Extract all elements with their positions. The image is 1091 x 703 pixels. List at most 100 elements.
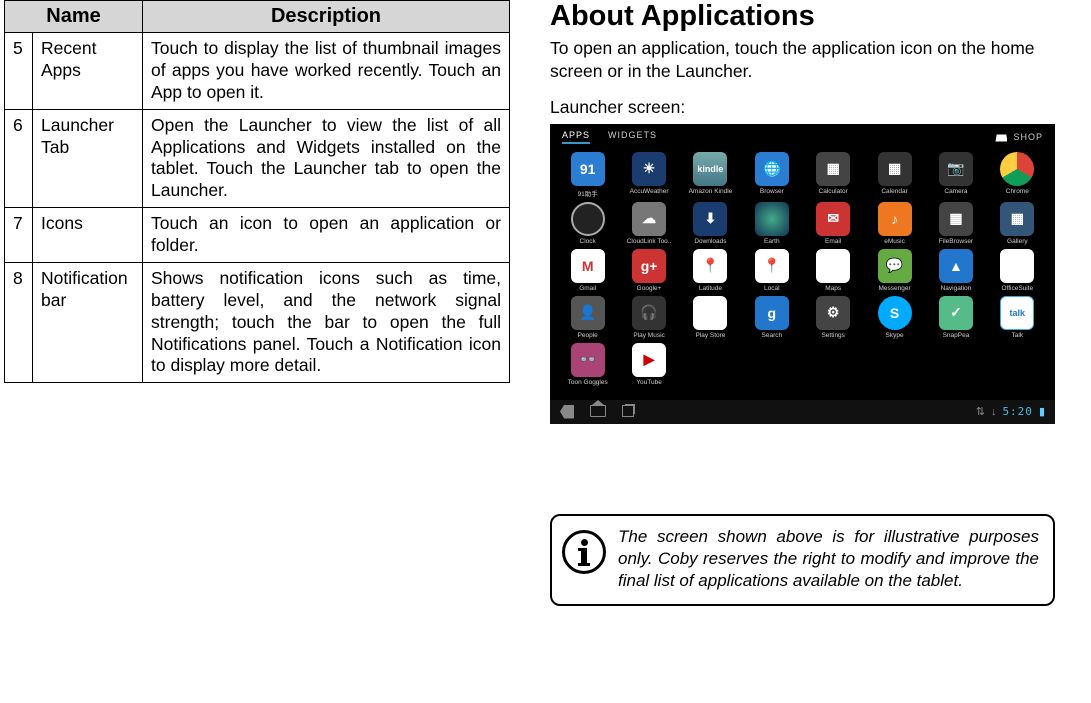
app-item[interactable]: ⚙ Settings — [804, 296, 863, 339]
app-item[interactable]: ♪ eMusic — [865, 202, 924, 245]
app-item[interactable]: MGmail — [558, 249, 617, 292]
app-item[interactable]: g+ Google+ — [619, 249, 678, 292]
table-row: 6 Launcher Tab Open the Launcher to view… — [5, 109, 510, 208]
clock-text: 5:20 — [1002, 405, 1033, 418]
app-item[interactable]: ▦FileBrowser — [926, 202, 985, 245]
row-desc: Shows notification icons such as time, b… — [143, 262, 510, 382]
table-row: 8 Notification bar Shows notification ic… — [5, 262, 510, 382]
app-label: YouTube — [636, 379, 662, 386]
app-icon: 💬 — [878, 249, 912, 283]
app-icon: ✓ — [939, 296, 973, 330]
row-num: 6 — [5, 109, 33, 208]
back-icon[interactable] — [560, 405, 574, 419]
app-icon: ♪ — [878, 202, 912, 236]
app-item[interactable]: ▶YouTube — [619, 343, 678, 386]
app-label: Toon Goggles — [568, 379, 608, 386]
app-label: Browser — [760, 188, 784, 195]
app-icon: 91 — [571, 152, 605, 186]
app-item[interactable]: talkTalk — [988, 296, 1047, 339]
app-item[interactable]: gSearch — [742, 296, 801, 339]
app-icon: ⬇ — [693, 202, 727, 236]
app-label: Play Store — [695, 332, 725, 339]
app-label: Gmail — [579, 285, 596, 292]
app-icon: 👓 — [571, 343, 605, 377]
app-icon: ▦ — [1000, 202, 1034, 236]
app-item[interactable]: ⬇ Downloads — [681, 202, 740, 245]
app-item[interactable]: ✓SnapPea — [926, 296, 985, 339]
system-navbar: ⇅ ↓ 5:20 ▮ — [550, 400, 1055, 424]
row-name: Icons — [33, 208, 143, 263]
row-desc: Touch an icon to open an application or … — [143, 208, 510, 263]
app-label: Search — [762, 332, 783, 339]
app-item[interactable]: ✉Email — [804, 202, 863, 245]
app-label: Calculator — [819, 188, 848, 195]
app-item[interactable]: ▲Navigation — [926, 249, 985, 292]
app-icon — [571, 202, 605, 236]
app-item[interactable]: 👓 Toon Goggles — [558, 343, 617, 386]
app-label: Gallery — [1007, 238, 1028, 245]
app-icon: S — [878, 296, 912, 330]
app-icon: ▶ — [693, 296, 727, 330]
download-icon: ↓ — [991, 406, 997, 418]
app-label: Earth — [764, 238, 780, 245]
tab-apps[interactable]: APPS — [562, 130, 590, 144]
app-item[interactable]: Earth — [742, 202, 801, 245]
tab-widgets[interactable]: WIDGETS — [608, 130, 657, 144]
recent-icon[interactable] — [622, 405, 634, 417]
home-icon[interactable] — [590, 405, 606, 417]
app-item[interactable]: 👤 People — [558, 296, 617, 339]
app-item[interactable]: Chrome — [988, 152, 1047, 198]
info-icon — [562, 530, 606, 574]
app-item[interactable]: 💬Messenger — [865, 249, 924, 292]
app-item[interactable]: Clock — [558, 202, 617, 245]
row-num: 5 — [5, 33, 33, 110]
app-item[interactable]: ▥OfficeSuite — [988, 249, 1047, 292]
app-icon: ▲ — [939, 249, 973, 283]
app-icon: ▦ — [816, 152, 850, 186]
app-label: Email — [825, 238, 841, 245]
app-icon: 📍 — [755, 249, 789, 283]
app-item[interactable]: ☀AccuWeather — [619, 152, 678, 198]
shop-label: SHOP — [1013, 132, 1043, 142]
app-icon: ▦ — [878, 152, 912, 186]
app-item[interactable]: 📍Local — [742, 249, 801, 292]
app-label: Settings — [821, 332, 845, 339]
app-item[interactable]: 9191助手 — [558, 152, 617, 198]
app-item[interactable]: 🌐Browser — [742, 152, 801, 198]
subhead-text: Launcher screen: — [550, 97, 1081, 118]
app-icon: ☁ — [632, 202, 666, 236]
shop-button[interactable]: SHOP — [995, 132, 1043, 142]
app-icon: kindle — [693, 152, 727, 186]
row-name: Launcher Tab — [33, 109, 143, 208]
app-icon: ▥ — [1000, 249, 1034, 283]
app-label: Camera — [944, 188, 967, 195]
app-icon: g+ — [632, 249, 666, 283]
app-item[interactable]: ▶ Play Store — [681, 296, 740, 339]
table-row: 5 Recent Apps Touch to display the list … — [5, 33, 510, 110]
app-item[interactable]: ☁CloudLink Too.. — [619, 202, 678, 245]
app-icon: 🎧 — [632, 296, 666, 330]
reference-table: Name Description 5 Recent Apps Touch to … — [4, 0, 510, 383]
row-name: Recent Apps — [33, 33, 143, 110]
app-item[interactable]: ▦ Calculator — [804, 152, 863, 198]
table-row: 7 Icons Touch an icon to open an applica… — [5, 208, 510, 263]
app-item[interactable]: 🎧Play Music — [619, 296, 678, 339]
app-item[interactable]: 📷Camera — [926, 152, 985, 198]
app-label: Downloads — [694, 238, 726, 245]
app-label: eMusic — [884, 238, 905, 245]
app-item[interactable]: SSkype — [865, 296, 924, 339]
app-item[interactable]: kindleAmazon Kindle — [681, 152, 740, 198]
app-item[interactable]: ▦ Gallery — [988, 202, 1047, 245]
app-label: Google+ — [637, 285, 662, 292]
app-icon: 👤 — [571, 296, 605, 330]
app-grid: 9191助手☀AccuWeatherkindleAmazon Kindle🌐Br… — [550, 148, 1055, 386]
app-item[interactable]: ▦Calendar — [865, 152, 924, 198]
app-icon: ⚙ — [816, 296, 850, 330]
app-label: Clock — [580, 238, 596, 245]
row-num: 7 — [5, 208, 33, 263]
app-item[interactable]: 📍Latitude — [681, 249, 740, 292]
app-icon — [1000, 152, 1034, 186]
app-label: People — [578, 332, 598, 339]
app-icon: talk — [1000, 296, 1034, 330]
app-item[interactable]: 🗺Maps — [804, 249, 863, 292]
